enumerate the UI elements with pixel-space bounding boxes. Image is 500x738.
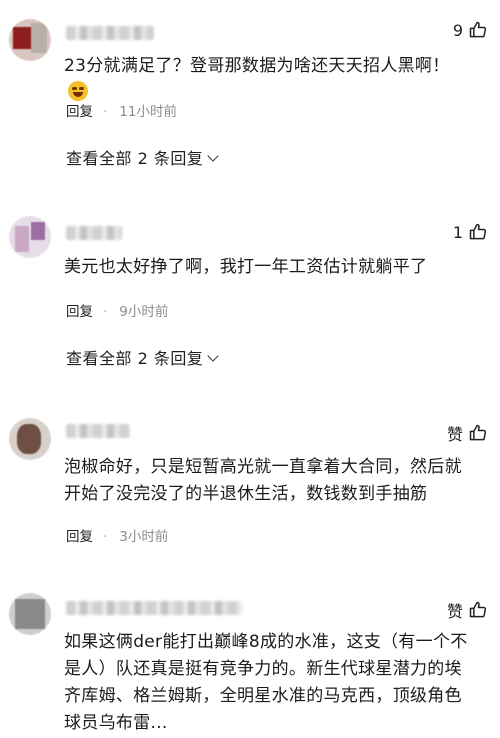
thumbs-up-icon xyxy=(469,424,487,441)
username-blurred[interactable] xyxy=(66,26,154,40)
timestamp: 11小时前 xyxy=(119,104,177,120)
chevron-down-icon xyxy=(207,150,220,162)
thumbs-up-icon xyxy=(469,601,487,618)
avatar[interactable] xyxy=(9,418,51,460)
timestamp: 3小时前 xyxy=(119,529,169,545)
like-button[interactable]: 1 xyxy=(453,222,488,242)
avatar[interactable] xyxy=(9,216,51,258)
comment-text: 美元也太好挣了啊，我打一年工资估计就躺平了 xyxy=(64,257,428,277)
like-count: 赞 xyxy=(446,425,463,444)
like-button[interactable]: 9 xyxy=(453,20,488,40)
comment-text: 23分就满足了？登哥那数据为啥还天天招人黑啊！ xyxy=(64,53,470,107)
avatar[interactable] xyxy=(9,593,51,635)
comment-meta: 回复 · 3小时前 xyxy=(66,529,169,545)
username-blurred[interactable] xyxy=(66,424,130,438)
like-button[interactable]: 赞 xyxy=(447,421,488,445)
timestamp: 9小时前 xyxy=(119,304,169,320)
comment-meta: 回复 · 9小时前 xyxy=(66,304,169,320)
like-button[interactable]: 赞 xyxy=(447,598,488,622)
view-replies-button[interactable]: 查看全部 2 条回复 xyxy=(66,345,220,369)
comment-meta: 回复 · 11小时前 xyxy=(66,104,177,120)
username-blurred[interactable] xyxy=(66,601,242,615)
like-count: 9 xyxy=(452,20,463,40)
laughing-crying-emoji-icon xyxy=(68,81,88,101)
comment-text: 泡椒命好，只是短暂高光就一直拿着大合同，然后就开始了没完没了的半退休生活，数钱数… xyxy=(64,457,462,504)
thumbs-up-icon xyxy=(469,21,487,38)
avatar[interactable] xyxy=(9,19,51,61)
view-replies-button[interactable]: 查看全部 2 条回复 xyxy=(66,145,220,169)
chevron-down-icon xyxy=(207,350,220,362)
comment-text: 如果这俩der能打出巅峰8成的水准，这支（有一个不是人）队还真是挺有竞争力的。新… xyxy=(64,632,468,733)
thumbs-up-icon xyxy=(469,223,487,240)
like-count: 1 xyxy=(452,222,463,242)
username-blurred[interactable] xyxy=(66,226,122,240)
reply-button[interactable]: 回复 xyxy=(66,304,93,320)
reply-button[interactable]: 回复 xyxy=(66,529,93,545)
like-count: 赞 xyxy=(446,602,463,621)
reply-button[interactable]: 回复 xyxy=(66,104,93,120)
